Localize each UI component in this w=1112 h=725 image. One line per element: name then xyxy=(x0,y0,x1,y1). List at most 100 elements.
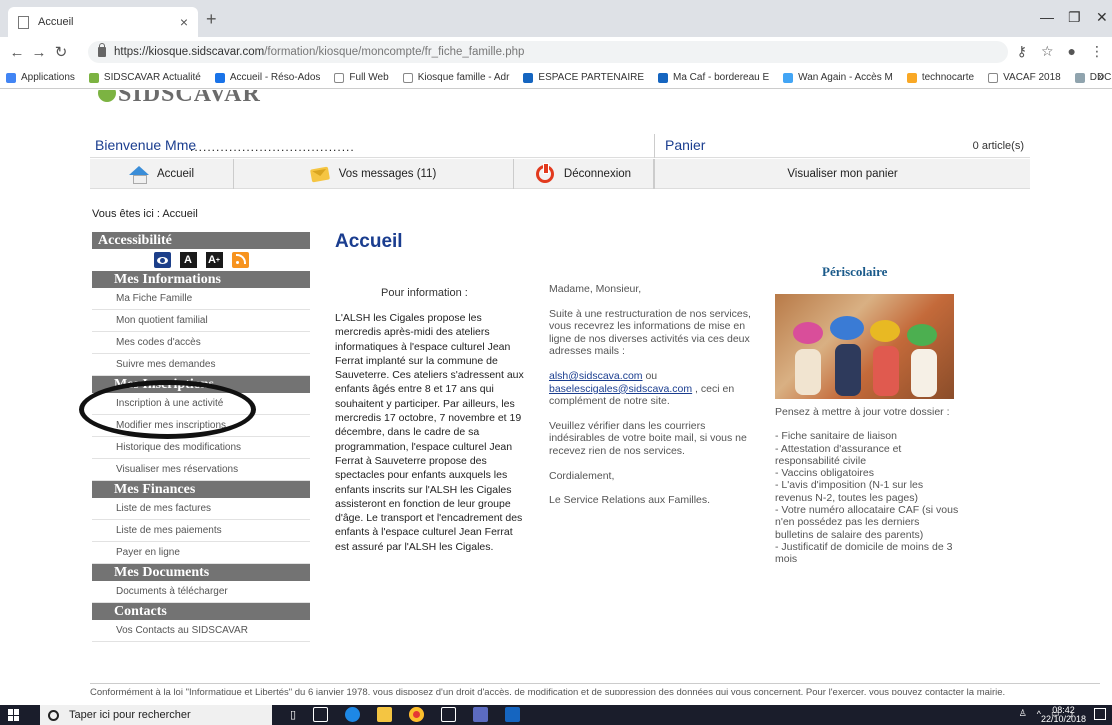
bookmark-item[interactable]: DDCS xyxy=(1074,72,1112,83)
url-input[interactable]: https://kiosque.sidscavar.com/formation/… xyxy=(88,41,1008,63)
browser-tab-bar: Accueil × + — ❐ ✕ xyxy=(0,0,1112,37)
taskbar-clock[interactable]: 08:42 22/10/2018 xyxy=(1041,706,1086,724)
outlook-icon[interactable] xyxy=(505,707,521,722)
bookmark-label: Wan Again - Accès M xyxy=(798,72,893,83)
sidebar-head-accessibility: Accessibilité xyxy=(92,232,310,249)
bookmark-item[interactable]: Ma Caf - bordereau E xyxy=(658,72,769,83)
key-icon[interactable]: ⚷ xyxy=(1017,43,1027,60)
email-link-alsh[interactable]: alsh@sidscava.com xyxy=(549,370,643,382)
sidebar-link[interactable]: Payer en ligne xyxy=(92,542,310,564)
people-icon[interactable] xyxy=(473,707,489,722)
bookmark-item[interactable]: Kiosque famille - Adr xyxy=(402,72,509,83)
announcement-p1: Suite à une restructuration de nos servi… xyxy=(549,307,751,358)
bookmark-icon xyxy=(402,72,413,83)
reload-icon[interactable]: ↻ xyxy=(50,43,72,61)
bookmark-icon xyxy=(214,72,225,83)
email-link-cigales[interactable]: baselescigales@sidscava.com xyxy=(549,383,692,395)
announcement-p4: Cordialement, xyxy=(549,469,615,482)
site-banner: SIDSCAVAR xyxy=(90,90,654,112)
back-icon[interactable]: ← xyxy=(6,44,28,61)
contrast-eye-icon[interactable] xyxy=(153,252,171,268)
page-title: Accueil xyxy=(335,231,403,252)
sidebar-link[interactable]: Vos Contacts au SIDSCAVAR xyxy=(92,620,310,642)
bookmark-icon xyxy=(334,72,345,83)
bookmarks-bar: Applications SIDSCAVAR Actualité Accueil -… xyxy=(0,67,1112,89)
restore-icon[interactable]: ❐ xyxy=(1068,9,1081,26)
new-tab-icon[interactable]: + xyxy=(206,9,217,30)
sidebar-section-title: Mes Finances xyxy=(92,481,310,498)
menu-home-label: Accueil xyxy=(156,168,195,180)
clock-date: 22/10/2018 xyxy=(1040,714,1086,724)
windows-taskbar: Taper ici pour rechercher ▯ ♙ ^ ▭ ♪ 08:4… xyxy=(0,705,1112,725)
taskbar-search-input[interactable]: Taper ici pour rechercher xyxy=(40,705,272,725)
power-icon xyxy=(535,163,554,183)
chrome-icon[interactable] xyxy=(409,707,425,722)
sidebar-link[interactable]: Liste de mes paiements xyxy=(92,520,310,542)
minimize-icon[interactable]: — xyxy=(1040,9,1054,25)
bookmark-label: Accueil - Réso-Ados xyxy=(229,72,321,83)
menu-home[interactable]: Accueil xyxy=(90,159,234,189)
sidebar: Accessibilité A A + Mes Informations Ma Fi… xyxy=(92,232,310,642)
person-tray-icon[interactable]: ♙ xyxy=(1019,708,1027,719)
envelope-icon xyxy=(309,166,330,182)
bookmark-item[interactable]: SIDSCAVAR Actualité xyxy=(88,72,201,83)
window-icon[interactable] xyxy=(441,707,457,722)
bookmark-icon xyxy=(88,72,99,83)
sidebar-link[interactable]: Ma Fiche Famille xyxy=(92,288,310,310)
periscolaire-intro: Pensez à mettre à jour votre dossier : xyxy=(775,406,950,418)
menu-view-cart[interactable]: Visualiser mon panier xyxy=(654,159,1030,189)
forward-icon[interactable]: → xyxy=(28,44,50,61)
rss-icon[interactable] xyxy=(231,252,249,268)
site-logo[interactable]: SIDSCAVAR xyxy=(118,90,261,108)
windows-start-icon[interactable] xyxy=(8,709,20,721)
tab-title: Accueil xyxy=(38,16,74,28)
bookmark-item[interactable]: Full Web xyxy=(334,72,389,83)
sidebar-link[interactable]: Suivre mes demandes xyxy=(92,354,310,376)
task-view-icon[interactable] xyxy=(313,707,329,722)
sidebar-link[interactable]: Documents à télécharger xyxy=(92,581,310,603)
font-normal-icon[interactable]: A xyxy=(179,252,197,268)
document-requirement: - Vaccins obligatoires xyxy=(775,467,875,480)
sidebar-link[interactable]: Mes codes d'accès xyxy=(92,332,310,354)
bookmark-icon xyxy=(783,72,794,83)
close-tab-icon[interactable]: × xyxy=(180,14,188,30)
cart-count: 0 article(s) xyxy=(972,140,1024,152)
file-explorer-icon[interactable] xyxy=(377,707,393,722)
profile-icon[interactable]: ● xyxy=(1068,43,1076,60)
browser-tab[interactable]: Accueil × xyxy=(8,7,198,37)
menu-dots-icon[interactable]: ⋮ xyxy=(1090,43,1104,60)
close-window-icon[interactable]: ✕ xyxy=(1096,9,1108,26)
font-larger-icon[interactable]: A + xyxy=(205,252,223,268)
edge-icon[interactable] xyxy=(345,707,361,722)
user-name-placeholder: ...................................... xyxy=(190,140,355,154)
notification-icon[interactable] xyxy=(1094,708,1106,720)
taskbar-search-placeholder: Taper ici pour rechercher xyxy=(69,709,191,721)
bookmark-icon xyxy=(988,72,999,83)
document-requirement: - L'avis d'imposition (N-1 sur les reven… xyxy=(775,479,924,504)
home-icon xyxy=(128,166,149,184)
sidebar-link[interactable]: Mon quotient familial xyxy=(92,310,310,332)
bookmark-icon xyxy=(6,72,16,83)
bookmark-item[interactable]: Wan Again - Accès M xyxy=(783,72,893,83)
bookmark-item[interactable]: Accueil - Réso-Ados xyxy=(214,72,321,83)
bookmark-label: Full Web xyxy=(349,72,389,83)
bookmark-item[interactable]: VACAF 2018 xyxy=(988,72,1061,83)
bookmark-item[interactable]: Applications xyxy=(6,72,75,83)
bookmarks-more-icon[interactable]: » xyxy=(1098,71,1104,83)
sidebar-link[interactable]: Visualiser mes réservations xyxy=(92,459,310,481)
bookmark-item[interactable]: technocarte xyxy=(906,72,974,83)
logo-icon xyxy=(98,90,116,102)
periscolaire-title: Périscolaire xyxy=(822,264,888,279)
menu-logout[interactable]: Déconnexion xyxy=(514,159,654,189)
microphone-icon[interactable]: ▯ xyxy=(290,708,296,721)
document-requirement: - Justificatif de domicile de moins de 3… xyxy=(775,540,953,566)
cart-summary: Panier 0 article(s) xyxy=(654,134,1030,158)
sidebar-link[interactable]: Liste de mes factures xyxy=(92,498,310,520)
star-icon[interactable]: ☆ xyxy=(1041,43,1054,60)
address-bar: ← → ↻ https://kiosque.sidscavar.com/form… xyxy=(0,37,1112,67)
bookmark-item[interactable]: ESPACE PARTENAIRE xyxy=(523,72,644,83)
periscolaire-text: Pensez à mettre à jour votre dossier : -… xyxy=(775,406,960,566)
sidebar-link[interactable]: Historique des modifications xyxy=(92,437,310,459)
menu-messages[interactable]: Vos messages (11) xyxy=(234,159,514,189)
bookmark-label: VACAF 2018 xyxy=(1003,72,1061,83)
